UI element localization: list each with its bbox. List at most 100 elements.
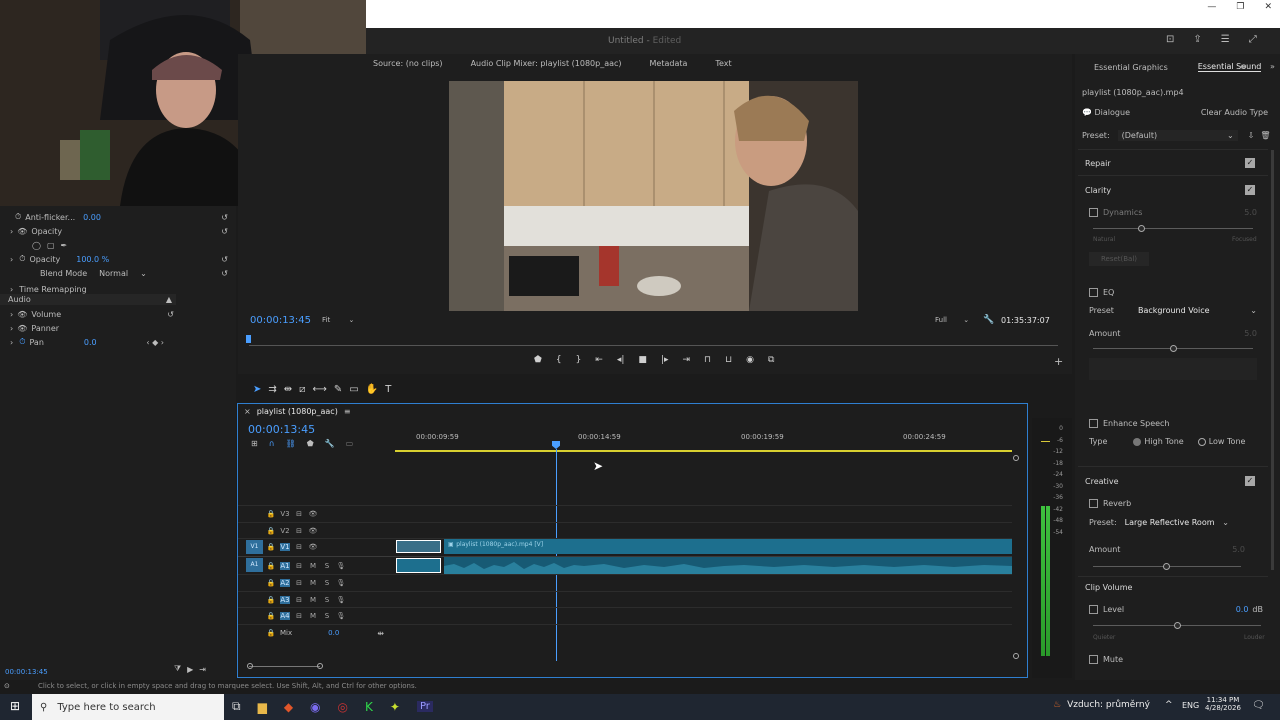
eye-toggle-icon[interactable]: 👁 — [308, 510, 318, 518]
lock-icon[interactable]: 🔒 — [266, 579, 276, 587]
solo-track-icon[interactable]: S — [322, 596, 332, 604]
save-preset-icon[interactable]: ⇩ — [1248, 131, 1255, 140]
eye-toggle-icon[interactable]: 👁 — [308, 543, 318, 551]
step-back-icon[interactable]: ◂| — [617, 355, 625, 365]
repair-checkbox[interactable]: ✓ — [1245, 158, 1255, 168]
solo-track-icon[interactable]: S — [322, 562, 332, 570]
file-explorer-icon[interactable]: ▆ — [258, 700, 267, 714]
panel-menu-icon[interactable]: ≡ — [344, 407, 351, 416]
brave-browser-icon[interactable]: ◆ — [284, 700, 293, 714]
blend-mode-select[interactable]: Normal — [99, 269, 128, 278]
mute-track-icon[interactable]: M — [308, 579, 318, 587]
reverb-amount-slider[interactable] — [1093, 563, 1241, 570]
lock-icon[interactable]: 🔒 — [266, 527, 276, 535]
level-slider[interactable] — [1093, 622, 1261, 629]
volume-row[interactable]: › 👁 Volume ↺ — [10, 307, 174, 321]
slider-knob[interactable] — [1138, 225, 1145, 232]
program-timecode[interactable]: 00:00:13:45 — [250, 315, 311, 326]
reset-icon[interactable]: ↺ — [221, 227, 228, 236]
v-scroll-handle[interactable] — [1013, 455, 1019, 461]
show-hidden-icons-icon[interactable]: ^ — [1165, 700, 1173, 710]
preset-select[interactable]: (Default) ⌄ — [1117, 130, 1238, 141]
linked-selection-icon[interactable]: ⛓ — [286, 439, 296, 448]
v-scroll-handle[interactable] — [1013, 653, 1019, 659]
eye-toggle-icon[interactable]: 👁 — [17, 324, 27, 333]
language-indicator[interactable]: ENG — [1182, 701, 1199, 710]
clarity-checkbox[interactable]: ✓ — [1245, 185, 1255, 195]
zoom-select[interactable]: Fit ⌄ — [322, 316, 354, 324]
slider-knob[interactable] — [1174, 622, 1181, 629]
go-to-out-icon[interactable]: ⇥ — [682, 355, 690, 365]
repair-row[interactable]: Repair ✓ — [1085, 158, 1255, 168]
work-area-bar[interactable] — [395, 450, 1012, 452]
tab-audio-clip-mixer[interactable]: Audio Clip Mixer: playlist (1080p_aac) — [471, 59, 622, 68]
timeline-h-scrollbar[interactable] — [249, 666, 320, 667]
maximize-icon[interactable]: ❐ — [1236, 2, 1244, 12]
close-icon[interactable]: ✕ — [1264, 2, 1272, 12]
tab-source[interactable]: Source: (no clips) — [373, 59, 443, 68]
opacity-value[interactable]: 100.0 % — [76, 255, 109, 264]
track-label[interactable]: A4 — [280, 612, 290, 620]
level-value[interactable]: 0.0 — [1236, 605, 1249, 614]
ellipse-mask-icon[interactable]: ◯ — [32, 241, 41, 250]
enhance-speech-checkbox[interactable] — [1089, 419, 1098, 428]
hand-tool-icon[interactable]: ✋ — [366, 384, 378, 395]
antiflicker-value[interactable]: 0.00 — [83, 213, 101, 222]
task-view-icon[interactable]: ⧉ — [232, 699, 241, 714]
mute-checkbox[interactable] — [1089, 655, 1098, 664]
solo-track-icon[interactable]: S — [322, 579, 332, 587]
eq-amount-slider[interactable] — [1093, 345, 1253, 352]
tab-essential-graphics[interactable]: Essential Graphics — [1094, 63, 1168, 72]
workspace-menu-icon[interactable]: ☰ — [1221, 34, 1230, 45]
sync-lock-icon[interactable]: ⊟ — [294, 579, 304, 587]
chevron-down-icon[interactable]: ⌄ — [140, 269, 147, 278]
reset-icon[interactable]: ↺ — [221, 255, 228, 264]
audio-clip-thumb[interactable] — [396, 558, 441, 573]
share-icon[interactable]: ⇪ — [1193, 34, 1201, 45]
video-clip-thumb[interactable] — [396, 540, 441, 553]
mix-end-icon[interactable]: ⇹ — [377, 629, 384, 638]
obs-icon[interactable]: ◉ — [310, 700, 320, 714]
premiere-pro-icon[interactable]: Pr — [416, 701, 433, 712]
track-label[interactable]: A3 — [280, 596, 290, 604]
track-label[interactable]: V1 — [280, 543, 290, 551]
creative-row[interactable]: Creative ✓ — [1085, 476, 1255, 486]
pen-mask-icon[interactable]: ✒ — [61, 241, 68, 250]
lock-icon[interactable]: 🔒 — [266, 596, 276, 604]
eq-row[interactable]: EQ — [1089, 288, 1114, 297]
monitor-scrubber[interactable] — [249, 345, 1058, 346]
notifications-icon[interactable]: 🗨 — [1252, 700, 1265, 711]
rect-mask-icon[interactable]: ▢ — [47, 241, 55, 250]
quick-export-icon[interactable]: ⊡ — [1166, 34, 1174, 45]
expand-chevron-icon[interactable]: › — [10, 310, 13, 319]
sync-lock-icon[interactable]: ⊟ — [294, 612, 304, 620]
reverb-preset-select[interactable]: Large Reflective Room ⌄ — [1125, 518, 1229, 527]
expand-chevron-icon[interactable]: › — [10, 285, 13, 294]
stop-icon[interactable]: ■ — [638, 355, 647, 365]
add-button-icon[interactable]: + — [1054, 355, 1063, 368]
lock-icon[interactable]: 🔒 — [266, 629, 276, 637]
mute-row[interactable]: Mute — [1089, 655, 1123, 664]
pan-value[interactable]: 0.0 — [84, 338, 97, 347]
selection-tool-icon[interactable]: ➤ — [253, 384, 261, 395]
mic-icon[interactable]: 🎙 — [336, 562, 346, 570]
add-marker-icon[interactable]: ⬟ — [534, 355, 542, 365]
lock-icon[interactable]: 🔒 — [266, 543, 276, 551]
marker-icon[interactable]: ⬟ — [307, 439, 314, 448]
slip-tool-icon[interactable]: ⟷ — [313, 384, 327, 395]
eq-preset-select[interactable]: Background Voice ⌄ — [1138, 306, 1257, 315]
high-tone-radio[interactable] — [1133, 437, 1142, 446]
close-tab-icon[interactable]: × — [244, 407, 251, 416]
sync-lock-icon[interactable]: ⊟ — [294, 543, 304, 551]
eye-toggle-icon[interactable]: 👁 — [308, 527, 318, 535]
step-forward-icon[interactable]: |▸ — [661, 355, 669, 365]
eq-checkbox[interactable] — [1089, 288, 1098, 297]
captions-icon[interactable]: ▭ — [346, 439, 354, 448]
lock-icon[interactable]: 🔒 — [266, 510, 276, 518]
export-icon[interactable]: ⇥ — [199, 665, 206, 674]
mark-in-icon[interactable]: { — [556, 355, 562, 365]
timeline-timecode[interactable]: 00:00:13:45 — [248, 423, 315, 436]
scroll-handle-right[interactable] — [317, 663, 323, 669]
timeline-settings-icon[interactable]: 🔧 — [325, 439, 335, 448]
minimize-icon[interactable]: — — [1207, 2, 1216, 12]
